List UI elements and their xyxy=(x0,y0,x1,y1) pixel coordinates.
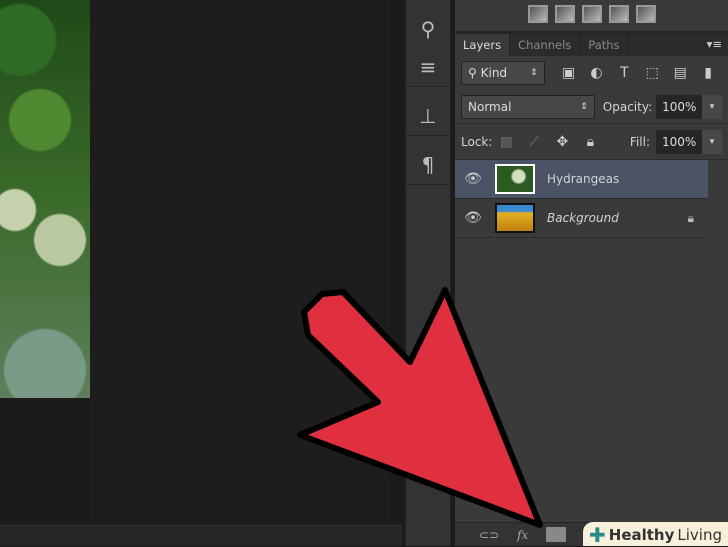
link-layers-icon[interactable]: ⊂⊃ xyxy=(479,528,499,542)
layer-row-hydrangeas[interactable]: 👁︎ Hydrangeas xyxy=(455,160,708,199)
layer-row-background[interactable]: 👁︎ Background 🔒︎ xyxy=(455,199,708,238)
lock-position-icon[interactable]: ✥ xyxy=(548,134,576,150)
tab-channels[interactable]: Channels xyxy=(510,34,581,56)
lock-label: Lock: xyxy=(461,134,493,149)
blend-mode-select[interactable]: Normal ⇕ xyxy=(461,94,595,119)
tab-layers[interactable]: Layers xyxy=(455,34,511,56)
filter-kind-label: Kind xyxy=(480,66,508,80)
layers-panel: Layers Channels Paths ▾≡ ⚲ Kind ⇕ ▣ ◐ T ⬚… xyxy=(455,0,728,546)
adjustments-row xyxy=(455,0,728,34)
lock-all-icon[interactable]: 🔒︎ xyxy=(576,134,604,150)
fill-input[interactable]: 100% xyxy=(656,129,702,154)
visibility-eye-icon[interactable]: 👁︎ xyxy=(455,171,491,187)
posterize-icon[interactable] xyxy=(581,5,602,23)
brand-bold: Healthy xyxy=(608,526,675,544)
adjustment-filter-icon[interactable]: ◐ xyxy=(583,65,611,81)
brand-light: Living xyxy=(677,526,722,544)
smart-object-thumbnail xyxy=(495,164,535,194)
clone-source-icon[interactable]: ⊥ xyxy=(406,97,450,135)
pixel-filter-icon[interactable]: ▣ xyxy=(555,65,583,81)
horizontal-scrollbar[interactable] xyxy=(0,525,402,546)
search-icon: ⚲ xyxy=(468,66,481,80)
canvas-pasteboard xyxy=(90,0,390,525)
document-image-hydrangeas xyxy=(0,0,90,398)
opacity-dropdown[interactable]: ▾ xyxy=(702,94,722,119)
threshold-icon[interactable] xyxy=(527,5,548,23)
lock-transparent-icon[interactable]: ▩ xyxy=(492,134,520,150)
blend-mode-value: Normal xyxy=(468,99,512,114)
layer-name: Background xyxy=(547,211,619,225)
gradient-icon[interactable] xyxy=(635,5,656,23)
visibility-eye-icon[interactable]: 👁︎ xyxy=(455,210,491,226)
layer-name: Hydrangeas xyxy=(547,172,620,186)
shape-filter-icon[interactable]: ⬚ xyxy=(638,65,666,81)
layer-thumbnail xyxy=(495,203,535,233)
healthy-living-watermark: ✚ Healthy Living xyxy=(583,522,728,547)
layer-lock-icon: 🔒︎ xyxy=(687,210,694,225)
fill-label: Fill: xyxy=(629,134,650,149)
tab-paths[interactable]: Paths xyxy=(580,34,629,56)
gradient-map-icon[interactable] xyxy=(554,5,575,23)
smart-object-filter-icon[interactable]: ▤ xyxy=(666,65,694,81)
fx-button[interactable]: fx xyxy=(517,528,528,542)
filter-kind-select[interactable]: ⚲ Kind ⇕ xyxy=(461,61,545,85)
panel-menu-icon[interactable]: ▾≡ xyxy=(701,34,728,56)
brush-settings-icon[interactable]: ≡ xyxy=(406,48,450,86)
opacity-label: Opacity: xyxy=(602,99,653,114)
filter-toggle[interactable]: ▮ xyxy=(694,65,722,81)
add-mask-icon[interactable] xyxy=(546,527,567,542)
paragraph-icon[interactable]: ¶ xyxy=(406,146,450,184)
type-filter-icon[interactable]: T xyxy=(610,65,638,81)
opacity-input[interactable]: 100% xyxy=(656,94,703,119)
panel-dock: ⚲ ≡ ⊥ ¶ xyxy=(405,0,451,546)
fill-dropdown[interactable]: ▾ xyxy=(702,129,722,154)
selective-color-icon[interactable] xyxy=(608,5,629,23)
brush-presets-icon[interactable]: ⚲ xyxy=(406,10,450,48)
lock-pixels-icon[interactable]: ⟋ xyxy=(520,134,548,150)
plus-logo-icon: ✚ xyxy=(589,523,606,547)
